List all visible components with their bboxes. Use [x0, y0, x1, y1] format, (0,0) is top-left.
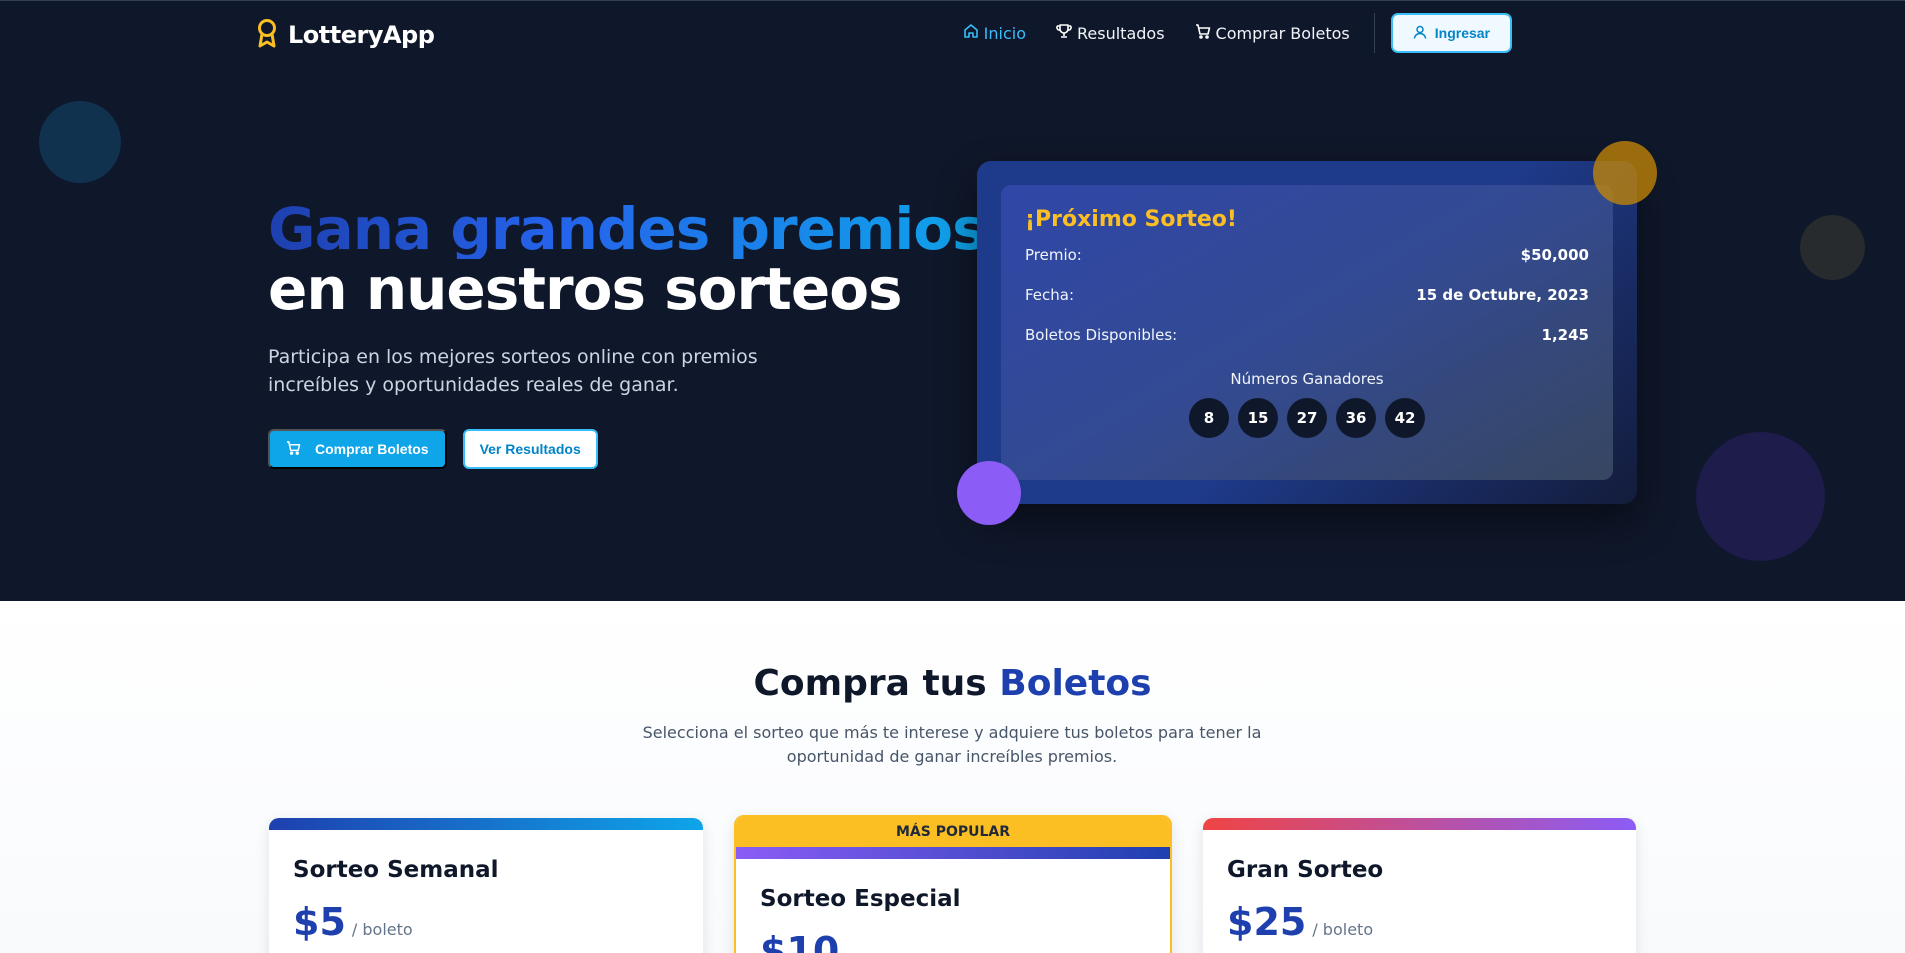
price-unit: / boleto [1312, 920, 1374, 939]
login-button[interactable]: Ingresar [1390, 13, 1512, 53]
section-subtitle: Selecciona el sorteo que más te interese… [642, 723, 1262, 766]
nav-item-label: Resultados [1077, 23, 1165, 43]
user-icon [1413, 25, 1427, 42]
prize-value: $50,000 [1520, 246, 1589, 264]
plan-card-grand[interactable]: Gran Sorteo $25 / boleto [1203, 818, 1636, 953]
login-label: Ingresar [1434, 25, 1490, 41]
hero-title: Gana grandes premios en nuestros sorteos [268, 195, 987, 323]
nav-item-comprar-boletos[interactable]: Comprar Boletos [1195, 23, 1350, 43]
top-navbar: LotteryApp Inicio Resultados Comprar Bol… [0, 0, 1905, 64]
draw-info-row: Fecha: 15 de Octubre, 2023 [1025, 286, 1589, 326]
hero-actions: Comprar Boletos Ver Resultados [268, 429, 598, 469]
plan-name: Sorteo Especial [760, 886, 961, 912]
trophy-icon [1056, 23, 1072, 43]
plan-price: $25 / boleto [1227, 900, 1636, 944]
section-title-accent: Boletos [999, 663, 1152, 704]
nav-item-label: Inicio [983, 23, 1027, 43]
price-value: $25 [1227, 900, 1307, 944]
draw-info-row: Boletos Disponibles: 1,245 [1025, 326, 1589, 366]
nav-item-inicio[interactable]: Inicio [963, 23, 1026, 43]
number-ball: 27 [1287, 398, 1327, 438]
draw-info-label: Fecha: [1025, 286, 1075, 304]
winning-numbers: 8 15 27 36 42 [1025, 398, 1589, 438]
plan-accent-bar [269, 818, 703, 830]
number-ball: 42 [1385, 398, 1425, 438]
next-draw-title: ¡Próximo Sorteo! [1025, 207, 1237, 232]
plan-accent-bar [736, 847, 1170, 859]
decorative-circle [1696, 432, 1825, 561]
buy-tickets-label: Comprar Boletos [315, 441, 429, 457]
plan-price: $5 / boleto [293, 900, 703, 944]
brand-logo-link[interactable]: LotteryApp [256, 18, 435, 52]
draw-info-label: Premio: [1025, 246, 1082, 264]
plan-card-weekly[interactable]: Sorteo Semanal $5 / boleto [269, 818, 703, 953]
award-icon [256, 18, 278, 52]
next-draw-card: ¡Próximo Sorteo! Premio: $50,000 Fecha: … [977, 161, 1637, 504]
hero-section: Gana grandes premios en nuestros sorteos… [0, 64, 1905, 601]
cart-icon [286, 440, 301, 458]
price-unit: / boleto [351, 920, 413, 939]
draw-date-value: 15 de Octubre, 2023 [1416, 286, 1589, 304]
view-results-button[interactable]: Ver Resultados [462, 429, 598, 469]
decorative-circle [957, 461, 1021, 525]
decorative-circle [39, 101, 121, 183]
hero-description: Participa en los mejores sorteos online … [268, 346, 758, 396]
hero-title-line-1: Gana grandes premios [268, 195, 987, 263]
tickets-available-value: 1,245 [1541, 326, 1589, 344]
decorative-circle [1593, 141, 1657, 205]
buy-tickets-button[interactable]: Comprar Boletos [268, 429, 447, 469]
decorative-circle [1800, 215, 1865, 280]
plan-name: Gran Sorteo [1227, 857, 1384, 883]
draw-info-row: Premio: $50,000 [1025, 246, 1589, 286]
brand-name: LotteryApp [288, 21, 435, 49]
section-title: Compra tus Boletos [0, 663, 1905, 704]
price-value: $10 [760, 929, 840, 953]
plan-card-special[interactable]: MÁS POPULAR Sorteo Especial $10 [734, 815, 1172, 953]
draw-info-label: Boletos Disponibles: [1025, 326, 1178, 344]
nav-divider [1373, 13, 1375, 53]
plan-accent-bar [1203, 818, 1636, 830]
nav-item-resultados[interactable]: Resultados [1056, 23, 1165, 43]
plan-price: $10 [760, 929, 1170, 953]
plan-name: Sorteo Semanal [293, 857, 499, 883]
winning-numbers-label: Números Ganadores [1230, 370, 1384, 388]
cart-icon [1195, 23, 1211, 43]
buy-tickets-section: Compra tus Boletos Selecciona el sorteo … [0, 601, 1905, 953]
nav-item-label: Comprar Boletos [1215, 23, 1350, 43]
main-nav: Inicio Resultados Comprar Boletos Ingres… [933, 1, 1512, 65]
hero-title-line-2: en nuestros sorteos [268, 255, 903, 323]
number-ball: 15 [1238, 398, 1278, 438]
number-ball: 8 [1189, 398, 1229, 438]
section-title-main: Compra tus [753, 663, 987, 704]
home-icon [963, 23, 979, 43]
most-popular-badge: MÁS POPULAR [736, 817, 1170, 847]
number-ball: 36 [1336, 398, 1376, 438]
price-value: $5 [293, 900, 346, 944]
next-draw-panel: ¡Próximo Sorteo! Premio: $50,000 Fecha: … [1001, 185, 1613, 480]
